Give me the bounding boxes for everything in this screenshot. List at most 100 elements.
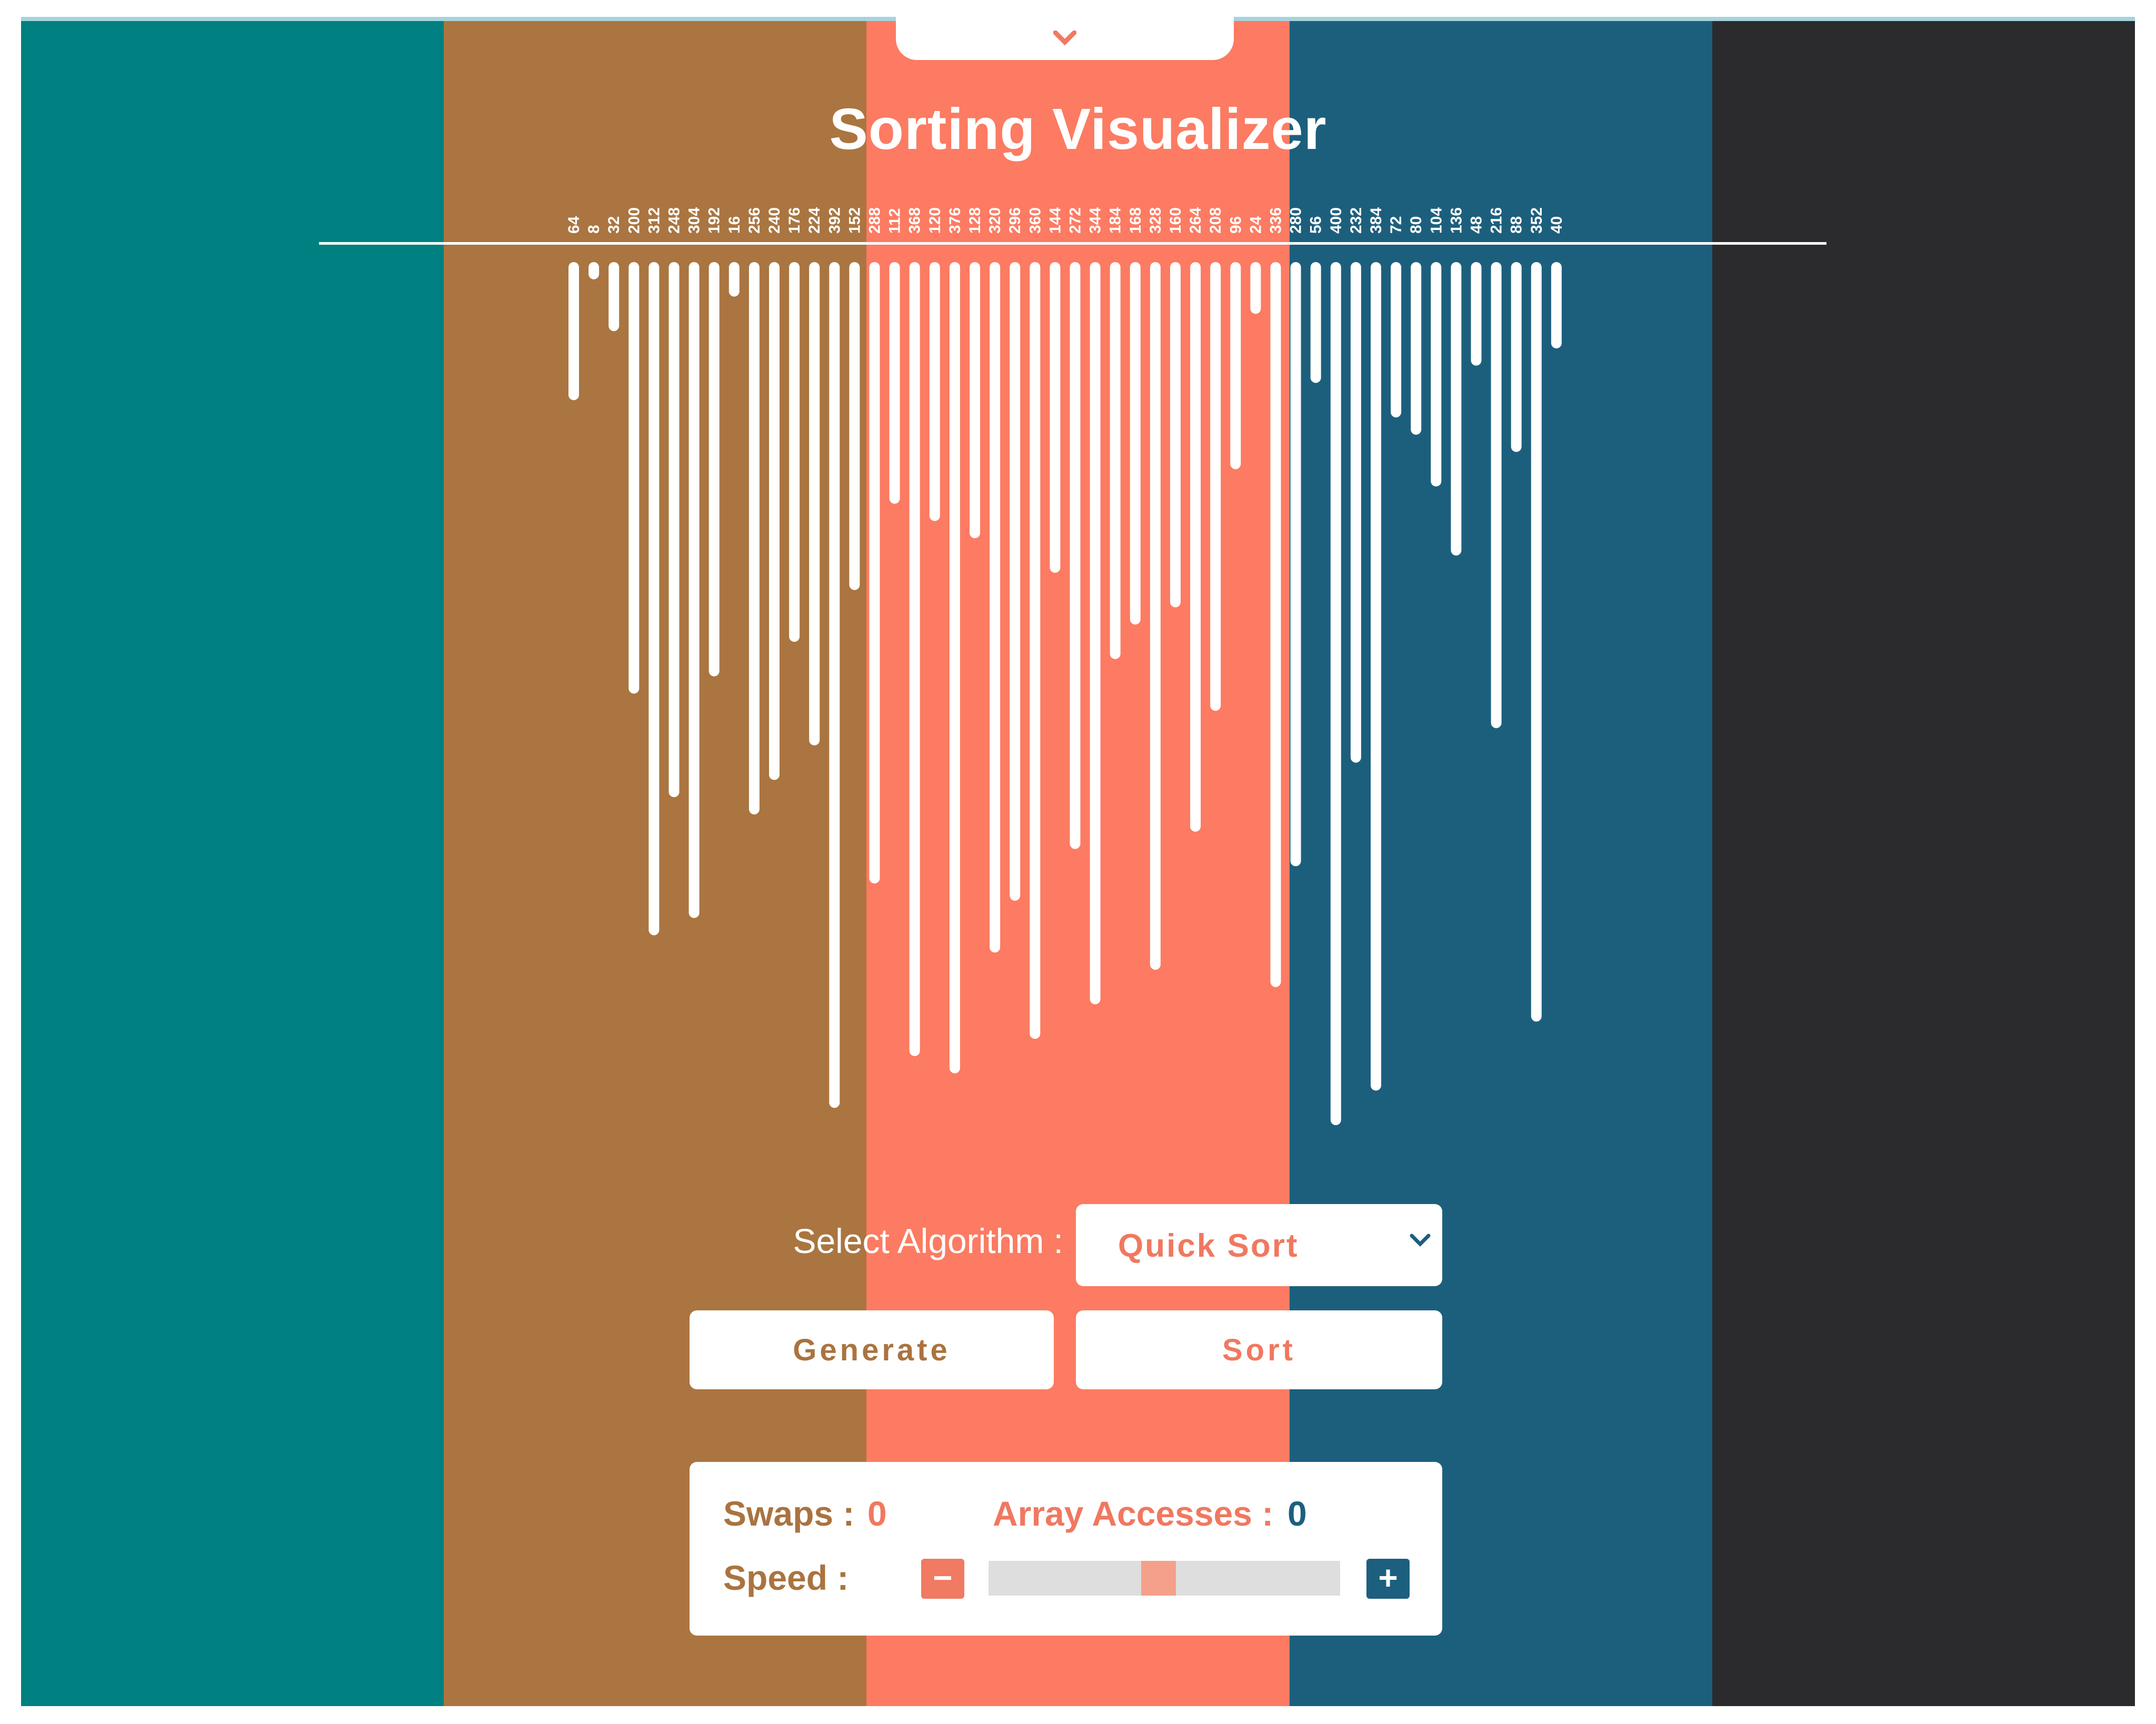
bar-2: [608, 262, 620, 332]
bar-11: [789, 262, 800, 642]
speed-increase-button[interactable]: +: [1366, 1559, 1410, 1599]
bar-40: [1371, 262, 1381, 1091]
bar-44: [1451, 262, 1462, 556]
tick-label: 104: [1428, 207, 1445, 234]
sort-button[interactable]: Sort: [1076, 1310, 1442, 1389]
tick-label: 288: [866, 207, 884, 234]
bar-7: [708, 262, 720, 677]
tick-label: 232: [1348, 207, 1365, 234]
bar-47: [1511, 262, 1522, 452]
bar-48: [1531, 262, 1542, 1022]
tick-label: 176: [786, 207, 803, 234]
algorithm-select[interactable]: Quick Sort: [1076, 1204, 1442, 1286]
bar-19: [949, 262, 960, 1074]
tick-label: 240: [766, 207, 783, 234]
speed-slider[interactable]: [989, 1561, 1340, 1596]
bar-8: [728, 262, 740, 297]
tick-label: 224: [806, 207, 823, 234]
bar-6: [688, 262, 700, 918]
tick-label: 144: [1046, 207, 1064, 234]
tick-label: 8: [585, 225, 603, 234]
tick-label: 72: [1388, 216, 1405, 234]
generate-button[interactable]: Generate: [690, 1310, 1054, 1389]
bar-21: [990, 262, 1001, 953]
tick-label: 136: [1448, 207, 1465, 234]
tick-label: 296: [1006, 207, 1024, 234]
bar-5: [668, 262, 680, 797]
bar-25: [1070, 262, 1081, 849]
bar-45: [1471, 262, 1482, 366]
bar-17: [909, 262, 920, 1056]
swaps-value: 0: [867, 1494, 887, 1533]
algorithm-select-value: Quick Sort: [1118, 1228, 1299, 1264]
collapse-handle[interactable]: [896, 17, 1234, 60]
bar-41: [1391, 262, 1402, 418]
bar-23: [1030, 262, 1041, 1039]
stats-panel: Swaps : 0 Array Accesses : 0 Speed : − +: [690, 1462, 1442, 1636]
tick-label: 352: [1528, 207, 1545, 234]
tick-label: 344: [1087, 207, 1104, 234]
bar-chart: 64 8 32 200 312 248 304 192 16 256 240 176 224 392 152…: [565, 207, 1565, 1125]
bar-28: [1130, 262, 1141, 625]
tick-label: 200: [625, 207, 643, 234]
tick-label: 120: [926, 207, 944, 234]
tick-label: 248: [666, 207, 683, 234]
bar-29: [1150, 262, 1161, 970]
tick-label: 96: [1227, 216, 1244, 234]
tick-label: 360: [1026, 207, 1044, 234]
bar-26: [1090, 262, 1101, 1005]
tick-label: 264: [1187, 207, 1204, 234]
speed-slider-thumb[interactable]: [1141, 1561, 1176, 1596]
tick-label: 80: [1408, 216, 1425, 234]
algorithm-label: Select Algorithm :: [793, 1221, 1063, 1260]
tick-label: 88: [1508, 216, 1525, 234]
bar-42: [1411, 262, 1422, 435]
speed-label: Speed :: [723, 1558, 849, 1597]
tick-label: 400: [1327, 207, 1345, 234]
bar-18: [929, 262, 940, 521]
bar-35: [1270, 262, 1281, 987]
tick-label: 256: [746, 207, 763, 234]
tick-label: 184: [1107, 207, 1124, 234]
app-window: Sorting Visualizer 64 8 32 200 312 248 304 192 1…: [21, 17, 2135, 1706]
tick-label: 272: [1067, 207, 1084, 234]
bar-33: [1230, 262, 1241, 469]
bar-31: [1190, 262, 1201, 832]
tick-label: 304: [686, 207, 703, 234]
speed-decrease-button[interactable]: −: [921, 1559, 964, 1599]
tick-label: 384: [1368, 207, 1385, 234]
chevron-down-icon: [1410, 1234, 1431, 1247]
bar-4: [648, 262, 660, 936]
bar-0: [568, 262, 579, 400]
tick-label: 216: [1488, 207, 1505, 234]
bar-38: [1330, 262, 1341, 1125]
bar-36: [1290, 262, 1301, 866]
array-accesses-label: Array Accesses :: [993, 1494, 1274, 1533]
tick-label: 64: [565, 216, 583, 234]
tick-label: 192: [706, 207, 723, 234]
bar-16: [889, 262, 900, 504]
chevron-down-icon: [1053, 31, 1076, 46]
array-accesses-value: 0: [1287, 1494, 1307, 1533]
bar-43: [1431, 262, 1442, 487]
tick-label: 128: [966, 207, 984, 234]
tick-label: 320: [986, 207, 1004, 234]
bar-37: [1310, 262, 1321, 383]
tick-label: 168: [1127, 207, 1144, 234]
bar-1: [588, 262, 600, 279]
tick-label: 24: [1247, 216, 1264, 234]
tick-label: 48: [1468, 216, 1485, 234]
bar-49: [1551, 262, 1562, 348]
bar-22: [1010, 262, 1021, 901]
axis-baseline: [319, 242, 1826, 245]
bar-9: [748, 262, 760, 815]
tick-label: 40: [1548, 216, 1565, 234]
bar-12: [809, 262, 820, 746]
tick-label: 368: [906, 207, 924, 234]
bar-46: [1491, 262, 1502, 728]
tick-label: 32: [605, 216, 623, 234]
bar-27: [1110, 262, 1121, 659]
bar-15: [869, 262, 880, 884]
bar-34: [1250, 262, 1261, 314]
bar-32: [1210, 262, 1221, 711]
